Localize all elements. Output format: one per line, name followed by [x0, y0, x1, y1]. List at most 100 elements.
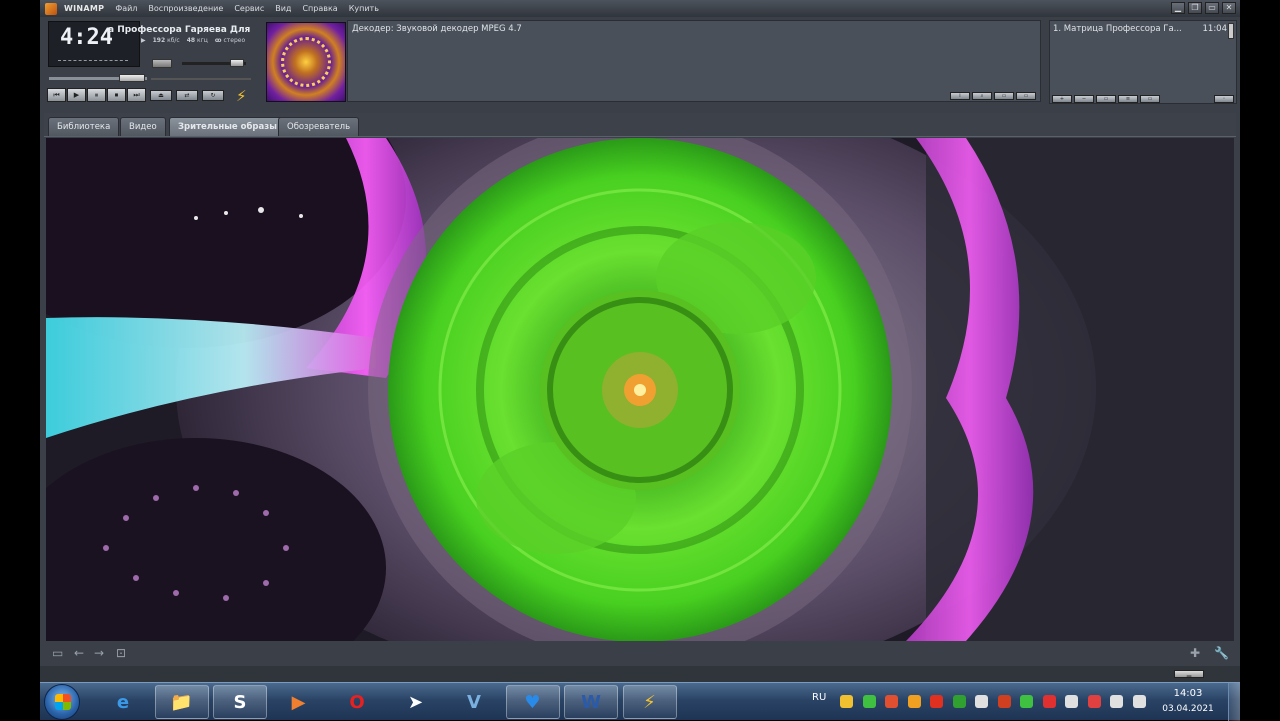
- visualization-view[interactable]: [46, 138, 1234, 641]
- clock-date[interactable]: 03.04.2021: [1161, 704, 1215, 714]
- volume-slider[interactable]: [230, 59, 244, 67]
- stop-button[interactable]: ⏹: [107, 88, 126, 102]
- menu-playback[interactable]: Воспроизведение: [148, 4, 223, 13]
- repeat-button[interactable]: ↻: [202, 90, 224, 101]
- tray-icon[interactable]: [1065, 695, 1078, 708]
- play-indicator-icon: ▶: [141, 37, 146, 44]
- tab-video[interactable]: Видео: [120, 117, 166, 136]
- taskbar: e 📁 S ▶ O ➤ V ♥ W ⚡ RU 14:03 03.04.2021: [40, 682, 1240, 721]
- tab-library[interactable]: Библиотека: [48, 117, 120, 136]
- close-button[interactable]: ✕: [1222, 2, 1236, 14]
- song-info: ▶ 192 кб/с 48 кгц ꝏ стерео: [141, 37, 245, 44]
- tray-icon[interactable]: [1042, 695, 1056, 708]
- time-divider: [58, 60, 128, 61]
- tray-icon[interactable]: [885, 695, 898, 708]
- language-indicator[interactable]: RU: [812, 692, 826, 703]
- menu-view[interactable]: Вид: [275, 4, 291, 13]
- menu-file[interactable]: Файл: [115, 4, 137, 13]
- tray-icon[interactable]: [997, 695, 1011, 708]
- song-title: а Профессора Гаряева Для Ле: [108, 25, 253, 35]
- mandala-image: [281, 37, 331, 87]
- pause-button[interactable]: ⏸: [87, 88, 106, 102]
- shuffle-button[interactable]: ⇄: [176, 90, 198, 101]
- menu-tools[interactable]: Сервис: [234, 4, 264, 13]
- back-arrow-icon[interactable]: ←: [74, 646, 84, 660]
- maximize-button[interactable]: ▭: [1205, 2, 1219, 14]
- app-name: WINAMP: [64, 4, 105, 13]
- taskbar-skype-icon[interactable]: S: [213, 685, 267, 719]
- forward-arrow-icon[interactable]: →: [94, 646, 104, 660]
- bitrate-unit: кб/с: [167, 37, 180, 44]
- minimize-button[interactable]: ▁: [1171, 2, 1185, 14]
- menu-buy[interactable]: Купить: [349, 4, 379, 13]
- playlist-item-duration: 11:04: [1202, 24, 1228, 34]
- channel-mode: ꝏ стерео: [214, 37, 246, 44]
- visualization-toolbar: ▭ ← → ⊡ ✚ 🔧: [44, 642, 1236, 666]
- album-art[interactable]: [266, 22, 346, 102]
- show-desktop-button[interactable]: [1228, 683, 1240, 721]
- camera-icon[interactable]: ⊡: [116, 646, 126, 660]
- next-button[interactable]: ⏭: [127, 88, 146, 102]
- menu-help[interactable]: Справка: [302, 4, 337, 13]
- collapse-button[interactable]: ▁: [1174, 670, 1204, 678]
- winamp-logo-icon: [45, 2, 57, 15]
- settings-wrench-icon[interactable]: 🔧: [1214, 646, 1229, 660]
- tray-icon[interactable]: [907, 695, 921, 708]
- tray-icon[interactable]: [930, 695, 943, 708]
- search-button[interactable]: ⌕: [972, 92, 992, 100]
- tab-visualization[interactable]: Зрительные образы: [169, 117, 286, 136]
- taskbar-internet-explorer-icon[interactable]: e: [96, 685, 150, 719]
- lightning-icon[interactable]: ⚡: [236, 87, 247, 105]
- tray-icon[interactable]: [1087, 695, 1101, 708]
- taskbar-media-player-icon[interactable]: ▶: [272, 685, 326, 719]
- window-bottom-edge: ▁: [40, 666, 1240, 682]
- taskbar-vpn-icon[interactable]: V: [447, 685, 501, 719]
- tray-icon[interactable]: [1020, 695, 1033, 708]
- playlist-item[interactable]: 1. Матрица Профессора Га... 11:04: [1053, 24, 1227, 34]
- restore-button[interactable]: ❐: [1188, 2, 1202, 14]
- elapsed-time: 4:24: [60, 25, 113, 50]
- taskbar-file-explorer-icon[interactable]: 📁: [154, 685, 209, 719]
- tray-icon[interactable]: [952, 695, 966, 708]
- tray-icon[interactable]: [1132, 695, 1146, 708]
- taskbar-telegram-icon[interactable]: ➤: [389, 685, 443, 719]
- playlist-scrollbar[interactable]: [1228, 23, 1234, 39]
- tray-icon[interactable]: [1110, 695, 1123, 708]
- playlist-select-button[interactable]: ▭: [1096, 95, 1116, 103]
- info-button[interactable]: i: [950, 92, 970, 100]
- playlist-list-button[interactable]: ▭: [1140, 95, 1160, 103]
- balance-slider[interactable]: [152, 59, 172, 68]
- plugin-icon[interactable]: ✚: [1190, 646, 1200, 660]
- tray-icon[interactable]: [862, 695, 876, 708]
- visualization-canvas: [46, 138, 1234, 641]
- playlist-add-button[interactable]: +: [1052, 95, 1072, 103]
- playlist-menu-button[interactable]: ◦: [1214, 95, 1234, 103]
- title-bar[interactable]: WINAMP Файл Воспроизведение Сервис Вид С…: [40, 0, 1240, 17]
- play-button[interactable]: ▶: [67, 88, 86, 102]
- transport-controls: ⏮ ▶ ⏸ ⏹ ⏭: [47, 88, 146, 102]
- tab-bar: Библиотека Видео Зрительные образы Обозр…: [44, 113, 1236, 137]
- player-panel: 4:24 а Профессора Гаряева Для Ле ▶ 192 к…: [45, 19, 255, 107]
- eject-button[interactable]: ⏏: [150, 90, 172, 101]
- taskbar-winamp-icon[interactable]: ⚡: [622, 685, 677, 719]
- taskbar-heart-app-icon[interactable]: ♥: [505, 685, 560, 719]
- playlist-item-title: 1. Матрица Профессора Га...: [1053, 24, 1182, 34]
- options-button[interactable]: ▭: [994, 92, 1014, 100]
- decoder-panel: Декодер: Звуковой декодер MPEG 4.7 i ⌕ ▭…: [347, 20, 1041, 102]
- samplerate: 48: [186, 37, 196, 44]
- playlist-panel: 1. Матрица Профессора Га... 11:04 + − ▭ …: [1049, 20, 1237, 104]
- taskbar-word-icon[interactable]: W: [564, 685, 618, 719]
- start-button[interactable]: [44, 684, 80, 720]
- playlist-remove-button[interactable]: −: [1074, 95, 1094, 103]
- taskbar-opera-icon[interactable]: O: [330, 685, 384, 719]
- screen-icon[interactable]: ▭: [52, 646, 63, 660]
- tray-icon[interactable]: [840, 695, 853, 708]
- previous-button[interactable]: ⏮: [47, 88, 66, 102]
- tray-icon[interactable]: [975, 695, 988, 708]
- playlist-misc-button[interactable]: ≡: [1118, 95, 1138, 103]
- clock-time[interactable]: 14:03: [1163, 688, 1213, 699]
- tab-browser[interactable]: Обозреватель: [278, 117, 360, 136]
- windows-logo-icon: [55, 694, 71, 710]
- more-button[interactable]: ▭: [1016, 92, 1036, 100]
- seek-slider[interactable]: [119, 74, 145, 82]
